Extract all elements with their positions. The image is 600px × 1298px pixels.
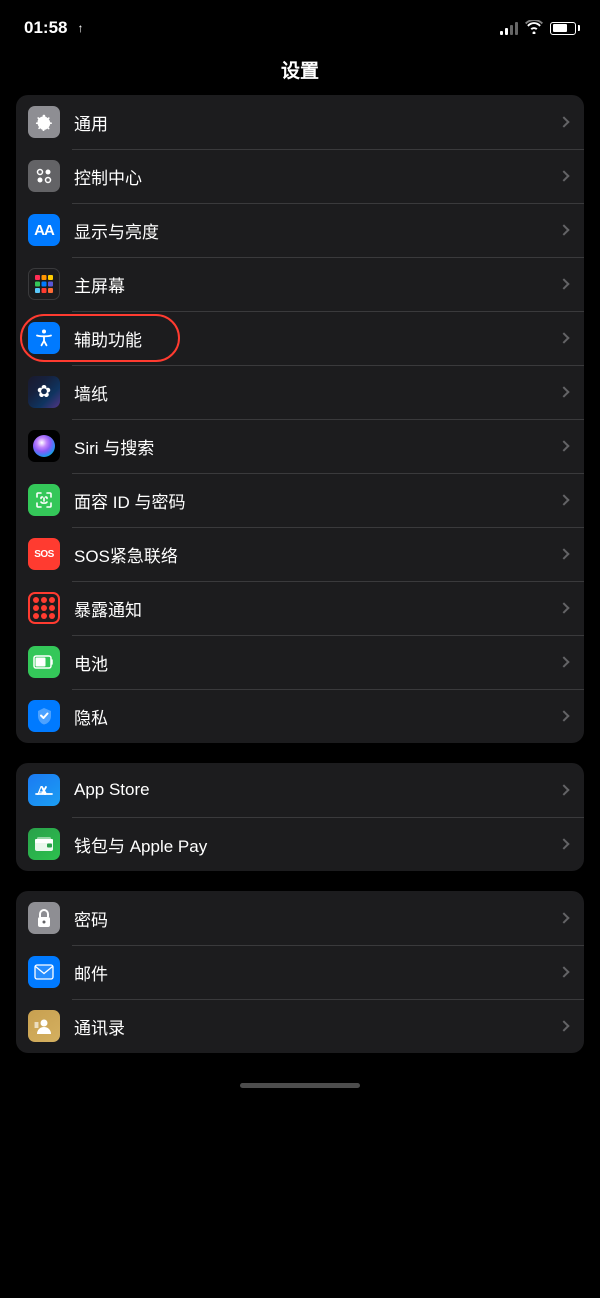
settings-row-wallpaper[interactable]: ✿ 墙纸 bbox=[16, 365, 584, 419]
wallpaper-label: 墙纸 bbox=[74, 380, 554, 405]
wallet-chevron bbox=[558, 838, 569, 849]
status-indicators bbox=[500, 20, 576, 37]
settings-row-contacts[interactable]: 通讯录 bbox=[16, 999, 584, 1053]
settings-row-faceid[interactable]: 面容 ID 与密码 bbox=[16, 473, 584, 527]
control-center-label: 控制中心 bbox=[74, 164, 554, 189]
sos-label: SOS紧急联络 bbox=[74, 542, 554, 567]
settings-row-general[interactable]: 通用 bbox=[16, 95, 584, 149]
settings-row-exposure[interactable]: 暴露通知 bbox=[16, 581, 584, 635]
settings-row-control-center[interactable]: 控制中心 bbox=[16, 149, 584, 203]
settings-row-passwords[interactable]: 密码 bbox=[16, 891, 584, 945]
sos-chevron bbox=[558, 548, 569, 559]
faceid-chevron bbox=[558, 494, 569, 505]
contacts-icon bbox=[28, 1010, 60, 1042]
battery-setting-icon bbox=[28, 646, 60, 678]
control-center-icon bbox=[28, 160, 60, 192]
passwords-chevron bbox=[558, 912, 569, 923]
mail-chevron bbox=[558, 966, 569, 977]
home-screen-chevron bbox=[558, 278, 569, 289]
settings-group-3: 密码 邮件 通讯录 bbox=[16, 891, 584, 1053]
general-chevron bbox=[558, 116, 569, 127]
display-label: 显示与亮度 bbox=[74, 218, 554, 243]
wallpaper-icon: ✿ bbox=[28, 376, 60, 408]
settings-row-sos[interactable]: SOS SOS紧急联络 bbox=[16, 527, 584, 581]
location-icon: ↑ bbox=[77, 21, 83, 35]
settings-row-privacy[interactable]: 隐私 bbox=[16, 689, 584, 743]
appstore-icon: A bbox=[28, 774, 60, 806]
passwords-label: 密码 bbox=[74, 906, 554, 931]
home-indicator bbox=[0, 1073, 600, 1096]
sos-icon: SOS bbox=[28, 538, 60, 570]
accessibility-icon bbox=[28, 322, 60, 354]
home-screen-label: 主屏幕 bbox=[74, 272, 554, 297]
settings-row-appstore[interactable]: A App Store bbox=[16, 763, 584, 817]
siri-chevron bbox=[558, 440, 569, 451]
settings-row-wallet[interactable]: 钱包与 Apple Pay bbox=[16, 817, 584, 871]
faceid-label: 面容 ID 与密码 bbox=[74, 488, 554, 513]
appstore-chevron bbox=[558, 784, 569, 795]
exposure-chevron bbox=[558, 602, 569, 613]
time-display: 01:58 bbox=[24, 18, 67, 38]
accessibility-chevron bbox=[558, 332, 569, 343]
display-chevron bbox=[558, 224, 569, 235]
privacy-icon bbox=[28, 700, 60, 732]
battery-chevron bbox=[558, 656, 569, 667]
display-icon: AA bbox=[28, 214, 60, 246]
wallet-icon bbox=[28, 828, 60, 860]
general-icon bbox=[28, 106, 60, 138]
wallet-label: 钱包与 Apple Pay bbox=[74, 832, 554, 857]
settings-group-2: A App Store 钱包与 Apple Pay bbox=[16, 763, 584, 871]
home-screen-icon bbox=[28, 268, 60, 300]
wifi-icon bbox=[525, 20, 543, 37]
general-label: 通用 bbox=[74, 110, 554, 135]
page-title: 设置 bbox=[0, 50, 600, 95]
privacy-label: 隐私 bbox=[74, 704, 554, 729]
signal-icon bbox=[500, 21, 518, 35]
wallpaper-chevron bbox=[558, 386, 569, 397]
mail-icon bbox=[28, 956, 60, 988]
appstore-label: App Store bbox=[74, 780, 554, 800]
contacts-label: 通讯录 bbox=[74, 1014, 554, 1039]
faceid-icon bbox=[28, 484, 60, 516]
battery-icon bbox=[550, 22, 576, 35]
battery-label: 电池 bbox=[74, 650, 554, 675]
settings-row-battery[interactable]: 电池 bbox=[16, 635, 584, 689]
siri-icon bbox=[28, 430, 60, 462]
siri-label: Siri 与搜索 bbox=[74, 434, 554, 459]
passwords-icon bbox=[28, 902, 60, 934]
home-bar bbox=[240, 1083, 360, 1088]
exposure-icon bbox=[28, 592, 60, 624]
mail-label: 邮件 bbox=[74, 960, 554, 985]
settings-row-display[interactable]: AA 显示与亮度 bbox=[16, 203, 584, 257]
exposure-label: 暴露通知 bbox=[74, 596, 554, 621]
control-center-chevron bbox=[558, 170, 569, 181]
settings-row-mail[interactable]: 邮件 bbox=[16, 945, 584, 999]
accessibility-label: 辅助功能 bbox=[74, 326, 554, 351]
settings-row-siri[interactable]: Siri 与搜索 bbox=[16, 419, 584, 473]
status-time: 01:58 ↑ bbox=[24, 18, 83, 38]
contacts-chevron bbox=[558, 1020, 569, 1031]
settings-row-accessibility[interactable]: 辅助功能 bbox=[16, 311, 584, 365]
privacy-chevron bbox=[558, 710, 569, 721]
settings-row-home-screen[interactable]: 主屏幕 bbox=[16, 257, 584, 311]
status-bar: 01:58 ↑ bbox=[0, 0, 600, 50]
settings-group-1: 通用 控制中心 AA 显示与亮度 bbox=[16, 95, 584, 743]
